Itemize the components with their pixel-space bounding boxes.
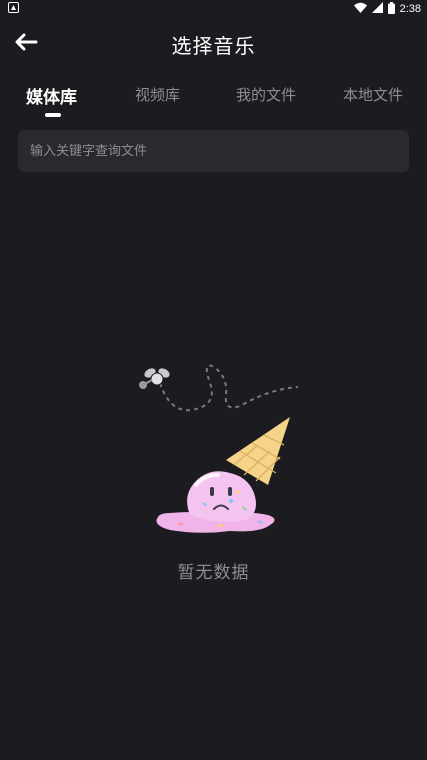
search-box <box>18 130 409 172</box>
active-tab-indicator <box>45 113 61 117</box>
fly-icon <box>139 368 170 389</box>
melted-ice-cream-illustration <box>130 355 310 545</box>
wifi-icon <box>353 2 367 16</box>
empty-state-message: 暂无数据 <box>177 563 250 583</box>
signal-icon <box>371 2 383 16</box>
page-title: 选择音乐 <box>171 34 256 58</box>
status-right: 2:38 <box>353 1 421 17</box>
notification-icon <box>8 2 19 16</box>
search-input[interactable] <box>30 143 409 159</box>
status-left <box>8 2 19 16</box>
tab-bar: 媒体库 视频库 我的文件 本地文件 <box>0 80 427 120</box>
tab-video-library[interactable]: 视频库 <box>135 84 180 114</box>
music-picker-screen: 2:38 选择音乐 媒体库 视频库 我的文件 本地文件 输入关键字查询文件 暂无… <box>0 0 427 760</box>
tab-local-files[interactable]: 本地文件 <box>343 84 403 114</box>
header: 选择音乐 <box>0 22 427 66</box>
tab-my-files[interactable]: 我的文件 <box>236 84 296 114</box>
battery-icon <box>387 1 395 17</box>
tab-media-library[interactable]: 媒体库 <box>26 83 77 113</box>
status-time: 2:38 <box>399 3 421 15</box>
status-bar: 2:38 <box>0 0 427 18</box>
